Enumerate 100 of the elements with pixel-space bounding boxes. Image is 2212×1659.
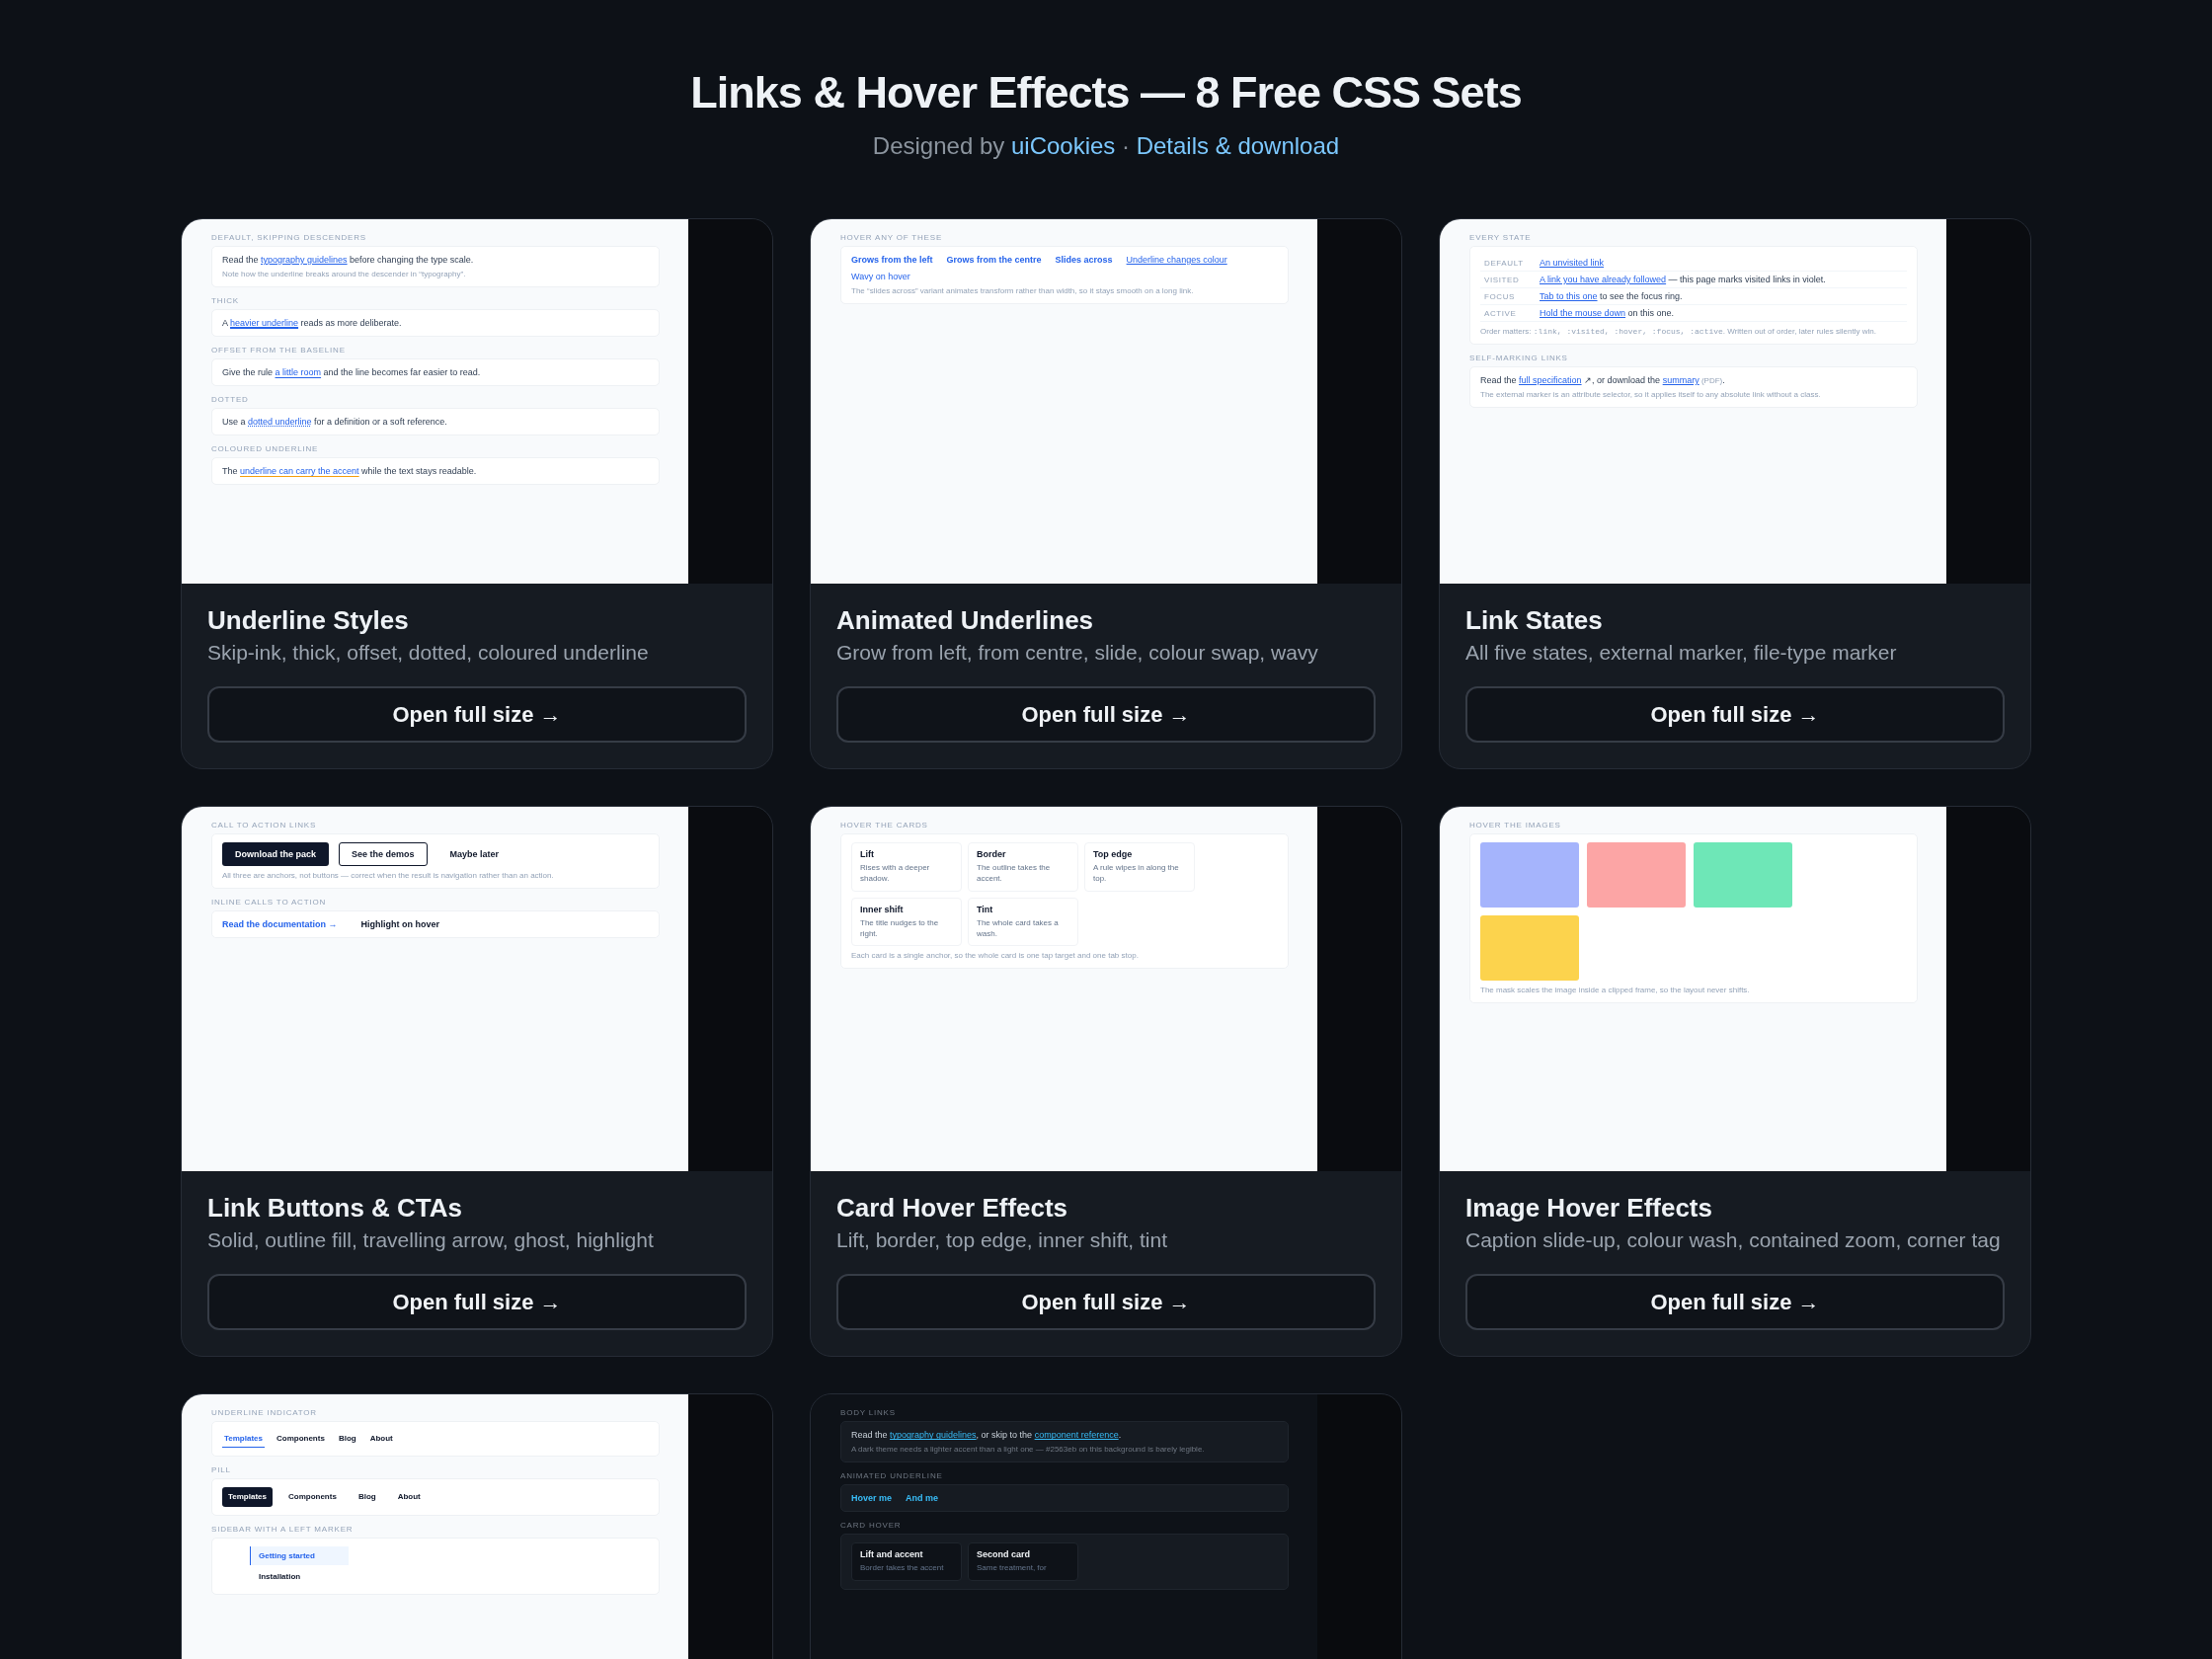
text-link[interactable]: A link you have already followed [1540,275,1667,284]
section-label: DOTTED [211,395,250,404]
text-link[interactable]: summary [1662,375,1699,385]
state-label: VISITED [1484,275,1521,284]
sidebar-item[interactable]: Getting started [250,1546,349,1566]
preview-thumbnail[interactable] [811,807,1401,1172]
demo-link[interactable]: Underline changes colour [1126,255,1227,265]
preview-paragraph: A heavier underline reads as more deliberate. [222,318,403,328]
nav-tab[interactable]: Components [275,1430,327,1449]
nav-tab[interactable]: Components [282,1487,343,1508]
nav-tab[interactable]: Templates [222,1430,265,1449]
cta-link[interactable]: See the demos [339,842,428,867]
text-link[interactable]: a little room [275,367,322,377]
text-link[interactable]: dotted underline [248,417,312,427]
text-link[interactable]: Hold the mouse down [1540,308,1626,318]
open-button[interactable]: Open full size → [1465,1274,2005,1331]
preview-thumbnail[interactable] [811,1394,1401,1659]
nav-tab[interactable]: Blog [336,1430,358,1449]
mini-card[interactable]: Lift Rises with a deeper shadow. [851,842,962,892]
note-text: Note how the underline breaks around the descender in “typography”. [222,270,467,278]
preview-paragraph: Read the full specification ↗, or download the summary (PDF). [1480,375,1726,385]
text-link[interactable]: underline can carry the accent [240,466,359,476]
section-label: EVERY STATE [1469,233,1533,242]
text-link[interactable]: Tab to this one [1540,291,1598,301]
byline: Designed by uiCookies · Details & download [872,132,1340,160]
mini-card[interactable]: Inner shift The title nudges to the right. [851,897,962,946]
card-description: Lift, border, top edge, inner shift, tint [836,1227,1169,1253]
mini-card[interactable]: Tint The whole card takes a wash. [968,897,1078,946]
section-label: CALL TO ACTION LINKS [211,821,318,830]
section-label: COLOURED UNDERLINE [211,444,320,453]
gradient-tile[interactable] [1694,842,1792,908]
preview-thumbnail[interactable] [182,219,772,584]
card-title: Link Buttons & CTAs [207,1193,464,1224]
mini-card-title: Second card [977,1549,1032,1560]
card-title: Underline Styles [207,605,410,636]
demo-link[interactable]: Highlight on hover [360,919,439,930]
text-link[interactable]: full specification [1519,375,1582,385]
mini-card[interactable]: Border The outline takes the accent. [968,842,1078,892]
state-label: FOCUS [1484,291,1516,301]
mini-card-title: Tint [977,904,994,914]
open-button[interactable]: Open full size → [207,1274,747,1331]
open-button[interactable]: Open full size → [1465,686,2005,744]
text-link[interactable]: typography guidelines [890,1430,977,1441]
section-label: OFFSET FROM THE BASELINE [211,346,347,355]
card-title: Image Hover Effects [1465,1193,1713,1224]
mini-card[interactable]: Lift and accent Border takes the accent [851,1542,962,1581]
demo-link[interactable]: Slides across [1055,255,1113,265]
preview-thumbnail[interactable] [811,219,1401,584]
card-description: Caption slide-up, colour wash, contained zoom, corner tag [1465,1227,2002,1253]
demo-link[interactable]: And me [906,1493,939,1504]
open-button[interactable]: Open full size → [836,1274,1376,1331]
text-link[interactable]: component reference [1034,1430,1119,1441]
sidebar-item[interactable]: Installation [250,1567,349,1587]
text-link[interactable]: heavier underline [230,318,299,328]
card-title: Link States [1465,605,1604,636]
section-label: CARD HOVER [840,1521,903,1531]
demo-link[interactable]: Grows from the left [851,255,933,265]
preview-paragraph: Read the typography guidelines, or skip to the component reference. [851,1430,1123,1441]
mini-card[interactable]: Top edge A rule wipes in along the top. [1084,842,1195,892]
page-title: Links & Hover Effects — 8 Free CSS Sets [690,67,1522,118]
section-label: UNDERLINE INDICATOR [211,1408,318,1418]
preview-thumbnail[interactable] [1440,219,2030,584]
text-link[interactable]: uiCookies [1010,132,1116,159]
open-button[interactable]: Open full size → [207,686,747,744]
preview-thumbnail[interactable] [182,807,772,1172]
open-button[interactable]: Open full size → [836,686,1376,744]
preview-paragraph: Use a dotted underline for a definition or a soft reference. [222,417,448,427]
demo-link[interactable]: Grows from the centre [946,255,1042,265]
preview-paragraph: Hold the mouse down on this one. [1540,308,1675,318]
mini-card-title: Border [977,849,1007,860]
card-title: Animated Underlines [836,605,1095,636]
mini-card-text: Same treatment, for [977,1562,1048,1574]
mini-card-text: A rule wipes in along the top. [1093,862,1180,885]
text-link[interactable]: Details & download [1136,132,1340,159]
demo-link[interactable]: Read the documentation → [222,919,338,930]
mini-card[interactable]: Second card Same treatment, for [968,1542,1078,1581]
card-description: Skip-ink, thick, offset, dotted, coloured underline [207,640,650,666]
nav-tab[interactable]: About [367,1430,395,1449]
mini-card-text: The whole card takes a wash. [977,916,1060,939]
cta-link[interactable]: Download the pack [222,842,329,867]
mini-card-title: Lift [860,849,875,860]
cta-link[interactable]: Maybe later [436,842,513,867]
gradient-tile[interactable] [1480,842,1579,908]
nav-tab[interactable]: Blog [352,1487,382,1508]
section-label: THICK [211,296,240,305]
gradient-tile[interactable] [1587,842,1686,908]
mini-card-title: Inner shift [860,904,905,914]
section-label: SIDEBAR WITH A LEFT MARKER [211,1525,355,1535]
nav-tab[interactable]: Templates [222,1487,273,1508]
text-link[interactable]: An unvisited link [1540,258,1605,268]
card-description: All five states, external marker, file-type marker [1465,640,1898,666]
gradient-tile[interactable] [1480,915,1579,982]
demo-link[interactable]: Wavy on hover [851,272,910,281]
text-link[interactable]: typography guidelines [261,255,348,265]
demo-link[interactable]: Hover me [851,1493,893,1504]
card-description: Grow from left, from centre, slide, colour swap, wavy [836,640,1319,666]
nav-tab[interactable]: About [391,1487,427,1508]
card-title: Card Hover Effects [836,1193,1069,1224]
preview-paragraph: Tab to this one to see the focus ring. [1540,291,1683,301]
note-text: A dark theme needs a lighter accent than a light one — #2563eb on this background is barely legible. [851,1445,1206,1455]
